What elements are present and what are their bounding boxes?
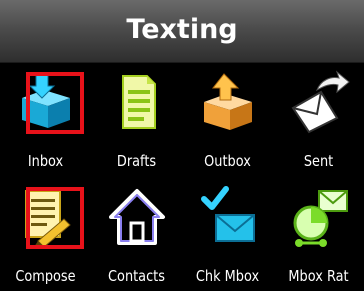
menu-item-outbox[interactable]: Outbox xyxy=(182,62,273,172)
menu-item-label: Contacts xyxy=(108,267,165,285)
outbox-icon xyxy=(196,70,260,134)
drafts-icon xyxy=(105,70,169,134)
compose-highlight-box xyxy=(26,187,84,249)
sent-icon xyxy=(287,70,351,134)
menu-item-check-mailbox[interactable]: Chk Mbox xyxy=(182,177,273,287)
menu-item-label: Outbox xyxy=(204,152,251,170)
page-title: Texting xyxy=(126,14,238,45)
menu-item-sent[interactable]: Sent xyxy=(273,62,364,172)
menu-item-label: Drafts xyxy=(116,152,157,170)
menu-item-mailbox-rate[interactable]: Mbox Rat xyxy=(273,177,364,287)
menu-item-label: Sent xyxy=(303,152,334,170)
menu-item-drafts[interactable]: Drafts xyxy=(91,62,182,172)
menu-item-label: Inbox xyxy=(27,152,64,170)
menu-grid: Inbox Drafts Outbox Sent Compose Contact… xyxy=(0,62,364,291)
inbox-highlight-box xyxy=(26,72,84,134)
mailbox-rate-icon xyxy=(287,185,351,249)
title-bar: Texting xyxy=(0,0,364,63)
contacts-icon xyxy=(105,185,169,249)
menu-item-label: Compose xyxy=(15,267,76,285)
texting-screen: Texting Inbox Drafts Outbox Sent Compose… xyxy=(0,0,364,291)
menu-item-contacts[interactable]: Contacts xyxy=(91,177,182,287)
menu-item-label: Mbox Rat xyxy=(288,267,349,285)
check-mailbox-icon xyxy=(196,185,260,249)
menu-item-label: Chk Mbox xyxy=(195,267,260,285)
